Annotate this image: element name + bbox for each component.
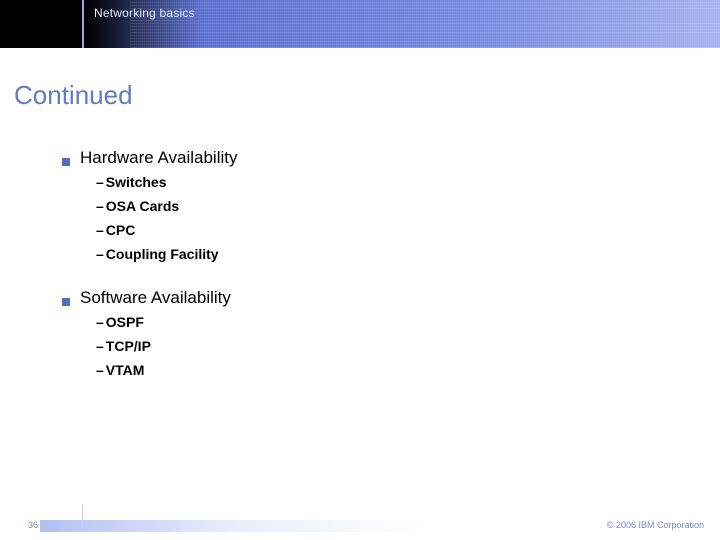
copyright: © 2006 IBM Corporation (607, 520, 704, 530)
header-vertical-rule (82, 0, 84, 48)
sub-item-label: VTAM (106, 362, 145, 378)
header-topic: Networking basics (94, 6, 195, 20)
dash-icon: – (96, 198, 104, 214)
sublist-software: – OSPF – TCP/IP – VTAM (96, 314, 662, 378)
slide-title: Continued (14, 80, 133, 111)
sub-item-label: TCP/IP (106, 338, 151, 354)
dash-icon: – (96, 222, 104, 238)
header-texture (130, 0, 720, 48)
footer-vertical-rule (82, 504, 83, 532)
page-number: 36 (28, 520, 38, 530)
sub-item: – CPC (96, 222, 662, 238)
sublist-hardware: – Switches – OSA Cards – CPC – Coupling … (96, 174, 662, 262)
sub-item: – OSA Cards (96, 198, 662, 214)
sub-item: – VTAM (96, 362, 662, 378)
sub-item-label: OSA Cards (106, 198, 179, 214)
bullet-hardware-availability: Hardware Availability (62, 148, 662, 168)
dash-icon: – (96, 362, 104, 378)
square-bullet-icon (62, 298, 70, 306)
bullet-label: Hardware Availability (80, 148, 237, 168)
sub-item: – Switches (96, 174, 662, 190)
sub-item: – OSPF (96, 314, 662, 330)
content-area: Hardware Availability – Switches – OSA C… (62, 140, 662, 386)
dash-icon: – (96, 314, 104, 330)
sub-item: – Coupling Facility (96, 246, 662, 262)
bullet-software-availability: Software Availability (62, 288, 662, 308)
dash-icon: – (96, 338, 104, 354)
dash-icon: – (96, 174, 104, 190)
square-bullet-icon (62, 158, 70, 166)
sub-item-label: Coupling Facility (106, 246, 219, 262)
footer-band (40, 520, 680, 532)
sub-item: – TCP/IP (96, 338, 662, 354)
sub-item-label: Switches (106, 174, 167, 190)
bullet-label: Software Availability (80, 288, 231, 308)
dash-icon: – (96, 246, 104, 262)
sub-item-label: OSPF (106, 314, 144, 330)
sub-item-label: CPC (106, 222, 136, 238)
slide: Networking basics Continued Hardware Ava… (0, 0, 720, 540)
